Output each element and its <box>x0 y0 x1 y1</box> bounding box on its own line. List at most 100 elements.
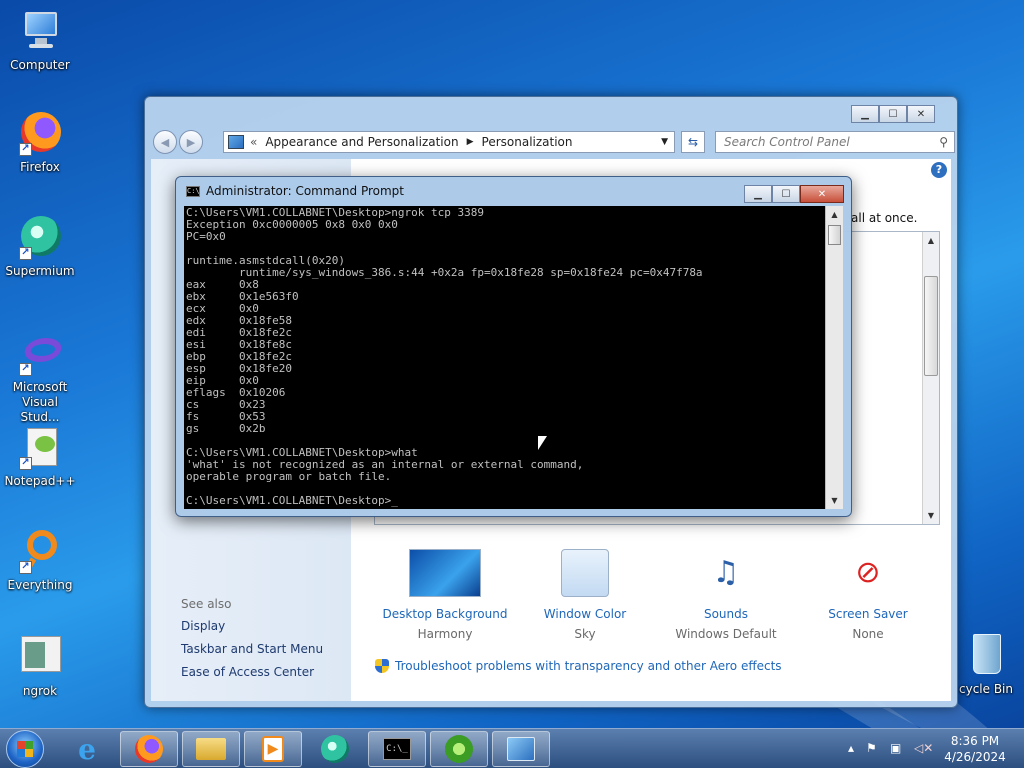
console-line: gs 0x2b <box>186 422 266 435</box>
see-also-link-ease-of-access[interactable]: Ease of Access Center <box>181 665 314 679</box>
search-placeholder: Search Control Panel <box>724 135 850 149</box>
scroll-thumb[interactable] <box>924 276 938 376</box>
console-line: operable program or batch file. <box>186 470 392 483</box>
folder-icon <box>196 738 226 760</box>
refresh-button[interactable]: ⇆ <box>681 131 705 153</box>
item-value: Windows Default <box>675 627 777 641</box>
chevron-down-icon[interactable]: ▼ <box>661 137 668 147</box>
desktop-icon-label: Everything <box>7 578 73 592</box>
breadcrumb-separator-icon: ▶ <box>466 137 474 147</box>
sounds-item[interactable]: ♫ Sounds Windows Default <box>656 549 796 641</box>
desktop-background-item[interactable]: Desktop Background Harmony <box>375 549 515 641</box>
navigation-bar: ◀ ▶ « Appearance and Personalization ▶ P… <box>153 129 955 155</box>
console-line: Exception 0xc0000005 0x8 0x0 0x0 <box>186 218 398 231</box>
taskbar-firefox[interactable] <box>120 731 178 767</box>
breadcrumb-chevron-icon: « <box>250 135 258 149</box>
scroll-down-icon[interactable]: ▼ <box>826 492 843 509</box>
sounds-icon: ♫ <box>712 555 740 590</box>
action-center-flag-icon[interactable]: ⚑ <box>866 741 877 755</box>
window-color-item[interactable]: Window Color Sky <box>515 549 655 641</box>
breadcrumb-item[interactable]: Personalization <box>482 135 573 149</box>
scroll-up-icon[interactable]: ▲ <box>826 206 843 223</box>
forward-button[interactable]: ▶ <box>179 130 203 154</box>
search-icon[interactable]: ⚲ <box>939 135 948 149</box>
taskbar-internet-explorer[interactable]: e <box>58 731 116 767</box>
desktop-icon-firefox[interactable]: ↗ Firefox <box>2 110 78 175</box>
command-prompt-window[interactable]: C:\ Administrator: Command Prompt ▁ ☐ ✕ … <box>175 176 852 517</box>
internet-explorer-icon: e <box>78 732 96 766</box>
desktop-icon-visual-studio[interactable]: ↗ Microsoft Visual Stud... <box>2 330 78 425</box>
troubleshoot-link-text: Troubleshoot problems with transparency … <box>395 659 782 673</box>
taskbar-windows-update[interactable] <box>430 731 488 767</box>
address-bar[interactable]: « Appearance and Personalization ▶ Perso… <box>223 131 675 153</box>
clock-time: 8:36 PM <box>950 734 1000 748</box>
desktop-icon-ngrok[interactable]: ngrok <box>2 634 78 699</box>
breadcrumb-item[interactable]: Appearance and Personalization <box>265 135 458 149</box>
volume-muted-icon[interactable]: ◁✕ <box>914 741 933 755</box>
search-input[interactable]: Search Control Panel ⚲ <box>715 131 955 153</box>
control-panel-icon <box>507 737 535 761</box>
minimize-button[interactable]: ▁ <box>851 105 879 123</box>
desktop-background-icon <box>409 549 481 597</box>
scroll-up-icon[interactable]: ▲ <box>923 232 939 249</box>
see-also-link-taskbar[interactable]: Taskbar and Start Menu <box>181 642 323 656</box>
help-icon[interactable]: ? <box>931 162 947 178</box>
firefox-icon: ↗ <box>17 110 63 156</box>
screen-saver-item[interactable]: ⊘ Screen Saver None <box>798 549 938 641</box>
shield-icon <box>375 659 389 673</box>
scroll-down-icon[interactable]: ▼ <box>923 507 939 524</box>
close-button[interactable]: ✕ <box>800 185 844 203</box>
system-clock[interactable]: 8:36 PM 4/26/2024 <box>940 733 1010 765</box>
console-line: C:\Users\VM1.COLLABNET\Desktop>_ <box>186 494 398 507</box>
desktop-icon-recycle-bin[interactable]: cycle Bin <box>948 632 1024 697</box>
desktop-icon-label: Microsoft Visual Stud... <box>12 380 68 424</box>
start-button[interactable] <box>6 730 44 768</box>
maximize-button[interactable]: ☐ <box>879 105 907 123</box>
taskbar-file-explorer[interactable] <box>182 731 240 767</box>
supermium-icon: ↗ <box>17 214 63 260</box>
window-title: Administrator: Command Prompt <box>206 184 404 198</box>
console-line: runtime/sys_windows_386.s:44 +0x2a fp=0x… <box>186 266 703 279</box>
description-text: all at once. <box>851 211 918 225</box>
cmd-icon: C:\ <box>186 185 200 197</box>
taskbar-media-player[interactable]: ▶ <box>244 731 302 767</box>
mouse-cursor-icon <box>538 436 547 450</box>
taskbar: e ▶ C:\_ ▴ ⚑ ▣ ◁✕ 8:36 PM 4/26/2024 <box>0 728 1024 768</box>
close-button[interactable]: ✕ <box>907 105 935 123</box>
control-panel-icon <box>228 135 244 149</box>
desktop-icon-supermium[interactable]: ↗ Supermium <box>2 214 78 279</box>
notepadpp-icon: ↗ <box>17 424 63 470</box>
desktop-icon-notepadpp[interactable]: ↗ Notepad++ <box>2 424 78 489</box>
network-icon[interactable]: ▣ <box>890 741 901 755</box>
item-label: Window Color <box>543 607 627 621</box>
console-line: esp 0x18fe20 <box>186 362 292 375</box>
see-also-link-display[interactable]: Display <box>181 619 225 633</box>
item-label: Sounds <box>703 607 749 621</box>
desktop-icon-label: Firefox <box>20 160 60 174</box>
desktop-icon-label: ngrok <box>22 684 58 698</box>
ngrok-icon <box>17 634 63 680</box>
computer-icon <box>17 8 63 54</box>
maximize-button[interactable]: ☐ <box>772 185 800 203</box>
back-button[interactable]: ◀ <box>153 130 177 154</box>
taskbar-control-panel[interactable] <box>492 731 550 767</box>
window-controls: ▁ ☐ ✕ <box>851 105 935 123</box>
minimize-button[interactable]: ▁ <box>744 185 772 203</box>
media-player-icon: ▶ <box>262 736 284 762</box>
console-line: eflags 0x10206 <box>186 386 286 399</box>
taskbar-command-prompt[interactable]: C:\_ <box>368 731 426 767</box>
troubleshoot-link[interactable]: Troubleshoot problems with transparency … <box>375 659 782 673</box>
desktop-icon-label: cycle Bin <box>959 682 1013 696</box>
cmd-icon: C:\_ <box>383 738 411 760</box>
supermium-icon <box>321 735 349 763</box>
taskbar-supermium[interactable] <box>306 731 364 767</box>
console-scrollbar[interactable]: ▲ ▼ <box>825 206 843 509</box>
scroll-thumb[interactable] <box>828 225 841 245</box>
desktop-icon-everything[interactable]: ↗ Everything <box>2 528 78 593</box>
desktop-icon-computer[interactable]: Computer <box>2 8 78 73</box>
see-also-heading: See also <box>181 597 232 611</box>
recycle-bin-icon <box>963 632 1009 678</box>
console-output[interactable]: C:\Users\VM1.COLLABNET\Desktop>ngrok tcp… <box>184 206 825 509</box>
show-hidden-icons-icon[interactable]: ▴ <box>848 741 854 755</box>
theme-list-scrollbar[interactable]: ▲ ▼ <box>922 232 939 524</box>
